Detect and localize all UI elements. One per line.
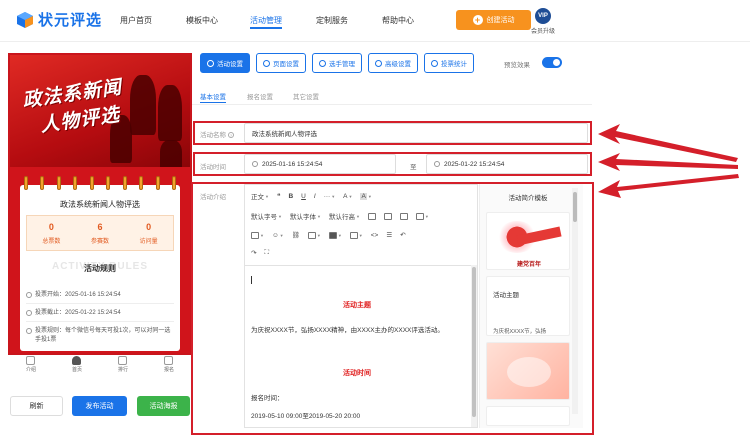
rule-start: 投票开始：2025-01-16 15:24:54 (26, 291, 176, 300)
preview-bottom-nav: 介绍 首页 排行 报名 (8, 356, 192, 378)
tab-activity-settings[interactable]: 活动设置 (200, 53, 250, 73)
brand-name: 状元评选 (38, 12, 103, 29)
stat-label: 总票数 (42, 239, 61, 245)
ring-decoration (56, 176, 61, 190)
rules-heading: ACTIVITY RULES 活动规则 (20, 261, 180, 273)
subtab-other[interactable]: 其它设置 (293, 91, 319, 101)
create-activity-label: 创建活动 (486, 17, 515, 24)
tab-label: 选手管理 (329, 61, 355, 68)
tab-contestants[interactable]: 选手管理 (312, 53, 362, 73)
activity-card: 政法系统新闻人物评选 0 总票数 6 参赛数 0 访问量 ACTIVITY RU… (20, 185, 180, 351)
user-icon (72, 356, 82, 365)
ring-decoration (122, 176, 127, 190)
refresh-button[interactable]: 刷新 (10, 396, 63, 416)
gear-icon (207, 59, 214, 67)
ring-decoration (73, 176, 78, 190)
vip-upgrade[interactable]: VIP 会员升级 (531, 8, 555, 35)
stat-label: 访问量 (139, 239, 158, 245)
stat-value: 0 (48, 222, 54, 232)
clock-icon (26, 292, 32, 298)
rule-text: 投票开始：2025-01-16 15:24:54 (35, 292, 121, 298)
annotation-arrow (598, 174, 739, 198)
stat-entries: 6 参赛数 (76, 216, 125, 250)
divider (192, 104, 592, 105)
bottom-nav-intro[interactable]: 介绍 (26, 356, 36, 378)
runner-figure (130, 75, 156, 135)
subtab-basic[interactable]: 基本设置 (200, 91, 226, 103)
signup-icon (164, 356, 174, 365)
stat-visits: 0 访问量 (124, 216, 173, 250)
nav-home[interactable]: 用户首页 (120, 15, 152, 26)
preview-banner: 政法系新闻 人物评选 (10, 55, 190, 167)
ring-decoration (106, 176, 111, 190)
stat-value: 6 (97, 222, 103, 232)
highlight-box-activity-intro (191, 182, 594, 435)
document-icon (26, 356, 36, 365)
rule-text: 投票截止：2025-01-22 15:24:54 (35, 310, 121, 316)
preview-toggle-label: 预览效果 (504, 62, 530, 69)
highlight-box-activity-name (193, 121, 592, 145)
tab-advanced-settings[interactable]: 高级设置 (368, 53, 418, 73)
annotation-arrows (598, 124, 739, 198)
palette-icon (263, 59, 270, 67)
stat-total-votes: 0 总票数 (27, 216, 76, 250)
highlight-box-activity-time (193, 152, 592, 176)
nav-activity-management[interactable]: 活动管理 (250, 15, 282, 29)
ring-decoration (155, 176, 160, 190)
nav-custom-service[interactable]: 定制服务 (316, 15, 348, 26)
stats-box: 0 总票数 6 参赛数 0 访问量 (26, 215, 174, 251)
ring-decoration (171, 176, 176, 190)
card-rings (24, 176, 176, 190)
subtab-signup[interactable]: 报名设置 (247, 91, 273, 101)
rules-title: 活动规则 (84, 264, 116, 273)
bottom-nav-label: 介绍 (25, 367, 36, 373)
nav-templates[interactable]: 模板中心 (186, 15, 218, 26)
annotation-arrow (598, 124, 738, 162)
card-title: 政法系统新闻人物评选 (60, 200, 140, 209)
bottom-nav-home[interactable]: 首页 (72, 356, 82, 378)
runner-figure (158, 85, 182, 141)
rule-text: 投票规则：每个微信号每天可投1次，可以对同一选手投1票 (35, 328, 171, 343)
rule-vote: 投票规则：每个微信号每天可投1次，可以对同一选手投1票 (26, 327, 176, 345)
bar-chart-icon (431, 59, 438, 67)
tab-label: 投票统计 (441, 61, 467, 68)
vip-badge-icon: VIP (535, 8, 551, 24)
ring-decoration (40, 176, 45, 190)
preview-toggle[interactable] (542, 57, 562, 68)
tab-vote-stats[interactable]: 投票统计 (424, 53, 474, 73)
bottom-nav-label: 排行 (117, 367, 128, 373)
bottom-nav-signup[interactable]: 报名 (164, 356, 174, 378)
ranking-icon (118, 356, 128, 365)
bottom-nav-rank[interactable]: 排行 (118, 356, 128, 378)
tab-label: 页面设置 (273, 61, 299, 68)
nav-help[interactable]: 帮助中心 (382, 15, 414, 26)
ring-decoration (24, 176, 28, 190)
bottom-nav-label: 首页 (71, 367, 82, 373)
brand-logo[interactable]: 状元评选 (16, 9, 102, 30)
vip-label: 会员升级 (531, 29, 556, 35)
divider (26, 321, 174, 322)
create-activity-button[interactable]: + 创建活动 (456, 10, 531, 30)
poster-button[interactable]: 活动海报 (137, 396, 190, 416)
clock-icon (26, 328, 32, 334)
stat-label: 参赛数 (91, 239, 110, 245)
divider (26, 303, 174, 304)
bottom-nav-label: 报名 (163, 367, 174, 373)
ring-decoration (89, 176, 94, 190)
ring-decoration (139, 176, 144, 190)
top-nav: 状元评选 用户首页 模板中心 活动管理 定制服务 帮助中心 + 创建活动 VIP… (0, 0, 750, 42)
users-icon (319, 59, 326, 67)
stat-value: 0 (146, 222, 152, 232)
plus-icon: + (472, 15, 483, 25)
runner-figure (160, 140, 182, 167)
publish-button[interactable]: 发布活动 (72, 396, 127, 416)
mobile-preview: 政法系新闻 人物评选 政法系统新闻人物评选 0 总票数 6 参赛数 0 访问量 … (8, 53, 192, 355)
logo-mark-icon (17, 11, 33, 28)
clock-icon (26, 310, 32, 316)
sliders-icon (375, 59, 382, 67)
tab-page-settings[interactable]: 页面设置 (256, 53, 306, 73)
tab-label: 高级设置 (385, 61, 411, 68)
tab-label: 活动设置 (217, 61, 243, 68)
rule-end: 投票截止：2025-01-22 15:24:54 (26, 309, 176, 318)
